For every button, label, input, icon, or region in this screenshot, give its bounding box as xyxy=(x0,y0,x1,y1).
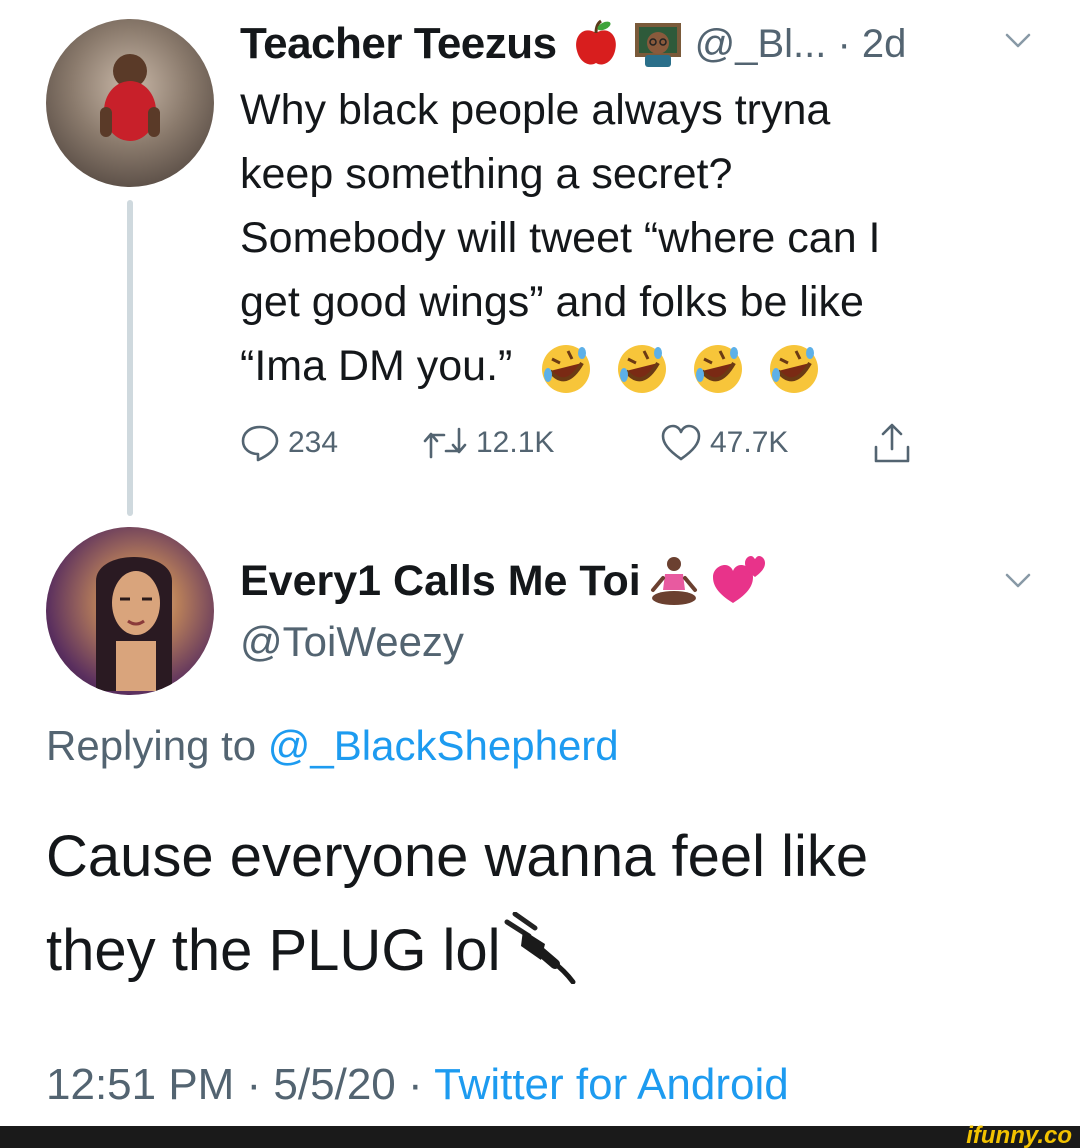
tweet1-line: get good wings” and folks be like xyxy=(240,278,864,326)
teacher-emoji-icon xyxy=(634,23,681,67)
share-icon xyxy=(874,423,910,463)
rolling-on-floor-laughing-emoji-icon xyxy=(542,344,591,393)
tweet1-line: keep something a secret? xyxy=(240,150,733,198)
tweet2-header: Every1 Calls Me Toi xyxy=(240,553,767,609)
tweet1-handle-time[interactable]: @_Bl... · 2d xyxy=(695,22,907,67)
tweet1-actions: 234 12.1K 47.7K xyxy=(240,415,940,471)
retweet-icon xyxy=(423,427,467,459)
thread-line xyxy=(127,200,133,516)
person-in-lotus-position-emoji-icon xyxy=(650,557,697,605)
retweet-button[interactable]: 12.1K xyxy=(422,415,554,471)
electric-plug-emoji-icon xyxy=(504,911,576,984)
tweet1-header: Teacher Teezus @_Bl... · 2d xyxy=(240,14,906,74)
replying-mention-link[interactable]: @_BlackShepherd xyxy=(268,722,619,769)
reply-count: 234 xyxy=(288,426,339,459)
like-button[interactable]: 47.7K xyxy=(660,415,788,471)
tweet2-display-name[interactable]: Every1 Calls Me Toi xyxy=(240,557,641,606)
retweet-count: 12.1K xyxy=(476,426,555,459)
rolling-on-floor-laughing-emoji-icon xyxy=(694,344,743,393)
watermark-bar xyxy=(0,1126,1080,1148)
tweet1-display-name[interactable]: Teacher Teezus xyxy=(240,19,557,69)
teacher-teezus-avatar[interactable] xyxy=(46,19,214,187)
toi-avatar[interactable] xyxy=(46,527,214,695)
ifunny-watermark: ifunny.co xyxy=(966,1122,1072,1148)
tweet1-line-last: “Ima DM you.” xyxy=(240,334,1040,398)
tweet2-footer: 12:51 PM · 5/5/20 · Twitter for Android xyxy=(46,1060,789,1110)
reply-button[interactable]: 234 xyxy=(240,415,338,471)
like-count: 47.7K xyxy=(710,426,789,459)
tweet1-line: Why black people always tryna xyxy=(240,86,831,134)
selfie-photo-icon xyxy=(96,557,172,691)
rolling-on-floor-laughing-emoji-icon xyxy=(618,344,667,393)
tweet2-line: Cause everyone wanna feel like xyxy=(46,824,869,889)
tweet2-handle[interactable]: @ToiWeezy xyxy=(240,618,464,666)
tweet1-line: Somebody will tweet “where can I xyxy=(240,214,881,262)
tweet2-body: Cause everyone wanna feel like they the … xyxy=(46,810,1046,998)
tweet1-body: Why black people always tryna keep somet… xyxy=(240,78,1040,398)
tweet2-source-link[interactable]: Twitter for Android xyxy=(434,1060,789,1109)
tweet2-line: they the PLUG lol xyxy=(46,918,501,983)
tweet1-chevron-down-icon[interactable] xyxy=(1005,33,1031,49)
heart-icon xyxy=(661,424,701,461)
red-apple-emoji-icon xyxy=(575,19,616,65)
replying-to: Replying to @_BlackShepherd xyxy=(46,722,619,770)
two-hearts-emoji-icon xyxy=(712,556,765,603)
tweet2-line-last: they the PLUG lol xyxy=(46,904,1046,998)
rolling-on-floor-laughing-emoji-icon xyxy=(770,344,819,393)
tweet2-chevron-down-icon[interactable] xyxy=(1005,573,1031,589)
replying-prefix: Replying to xyxy=(46,722,257,769)
tweet1-line: “Ima DM you.” xyxy=(240,342,513,390)
tweet2-timestamp[interactable]: 12:51 PM · 5/5/20 · xyxy=(46,1060,423,1109)
baby-photo-icon xyxy=(100,54,160,141)
share-button[interactable] xyxy=(870,415,922,471)
reply-icon xyxy=(241,425,279,462)
laughing-emojis xyxy=(538,342,822,393)
